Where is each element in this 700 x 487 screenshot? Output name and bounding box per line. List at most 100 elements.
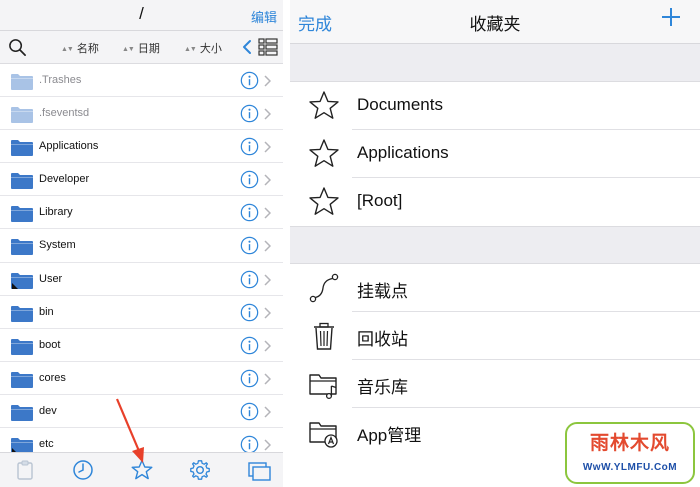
windows-icon[interactable] — [248, 459, 272, 481]
file-row[interactable]: boot — [0, 329, 283, 362]
chevron-right-icon[interactable] — [264, 108, 271, 120]
folder-icon — [11, 371, 33, 388]
favorites-header: 完成 收藏夹 — [290, 0, 700, 44]
star-outline-icon — [309, 139, 339, 167]
browser-header: / 编辑 — [0, 0, 283, 31]
favorite-item-applications[interactable]: Applications — [290, 130, 700, 178]
folder-icon — [11, 206, 33, 223]
watermark-title: 雨林木风 — [589, 433, 670, 454]
mount-point-icon — [309, 273, 339, 303]
file-name: boot — [39, 338, 61, 351]
file-name: System — [39, 239, 76, 252]
file-row[interactable]: Developer — [0, 163, 283, 197]
chevron-left-icon[interactable] — [241, 38, 253, 56]
chevron-right-icon[interactable] — [264, 174, 271, 186]
file-row[interactable]: .Trashes — [0, 64, 283, 98]
info-icon[interactable] — [240, 303, 259, 322]
file-row[interactable]: cores — [0, 362, 283, 395]
file-name: User — [39, 272, 63, 285]
file-name: Developer — [39, 173, 90, 186]
bottom-tab-bar — [0, 398, 283, 487]
info-icon[interactable] — [240, 203, 259, 222]
chevron-right-icon[interactable] — [264, 240, 271, 252]
info-icon[interactable] — [240, 236, 259, 255]
current-path-title: / — [139, 4, 144, 23]
favorite-label: Applications — [357, 143, 449, 162]
favorite-item-root[interactable]: [Root] — [290, 178, 700, 226]
section-separator — [290, 44, 700, 82]
place-label: 音乐库 — [357, 378, 408, 397]
folder-icon — [11, 338, 33, 355]
chevron-right-icon[interactable] — [264, 75, 271, 87]
chevron-right-icon[interactable] — [264, 274, 271, 286]
clock-icon[interactable] — [72, 459, 94, 481]
place-label: App管理 — [357, 426, 422, 445]
section-separator — [290, 226, 700, 264]
star-outline-icon — [309, 91, 339, 119]
info-icon[interactable] — [240, 71, 259, 90]
place-item-mount-point[interactable]: 挂载点 — [290, 264, 700, 312]
app-folder-icon — [309, 422, 338, 448]
star-outline-icon — [309, 187, 339, 215]
chevron-right-icon[interactable] — [264, 406, 271, 418]
sort-by-date[interactable]: ▲▼ 日期 — [122, 40, 160, 56]
favorite-item-documents[interactable]: Documents — [290, 82, 700, 130]
favorites-pane: 完成 收藏夹 Documents Applications [Root] 挂载点 — [290, 0, 700, 487]
trash-icon — [314, 322, 334, 350]
file-browser-pane: / 编辑 ▲▼ 名称 ▲▼ 日期 ▲▼ 大小 .Trashes .fseventsd Ap… — [0, 0, 283, 487]
file-name: cores — [39, 371, 66, 384]
place-item-music[interactable]: 音乐库 — [290, 360, 700, 408]
sort-arrows-icon: ▲▼ — [122, 46, 135, 53]
place-label: 回收站 — [357, 330, 408, 349]
watermark-url: WwW.YLMFU.CoM — [582, 462, 678, 473]
folder-icon — [11, 140, 33, 157]
sort-bar: ▲▼ 名称 ▲▼ 日期 ▲▼ 大小 — [0, 31, 283, 64]
chevron-right-icon[interactable] — [264, 373, 271, 385]
search-icon[interactable] — [8, 38, 27, 57]
clipboard-icon[interactable] — [14, 459, 36, 481]
place-item-trash[interactable]: 回收站 — [290, 312, 700, 360]
info-icon[interactable] — [240, 369, 259, 388]
chevron-right-icon[interactable] — [264, 207, 271, 219]
info-icon[interactable] — [240, 402, 259, 421]
info-icon[interactable] — [240, 104, 259, 123]
place-label: 挂载点 — [357, 282, 408, 301]
file-row[interactable]: .fseventsd — [0, 97, 283, 131]
pointer-arrow-annotation — [115, 398, 144, 463]
favorite-label: Documents — [357, 95, 443, 114]
sort-by-name[interactable]: ▲▼ 名称 — [61, 40, 99, 56]
file-name: .Trashes — [39, 74, 82, 86]
info-icon[interactable] — [240, 336, 259, 355]
chevron-right-icon[interactable] — [264, 141, 271, 153]
chevron-right-icon[interactable] — [264, 307, 271, 319]
chevron-right-icon[interactable] — [264, 439, 271, 451]
folder-icon — [11, 305, 33, 322]
sort-by-size[interactable]: ▲▼ 大小 — [184, 40, 222, 56]
file-row[interactable]: System — [0, 229, 283, 263]
info-icon[interactable] — [240, 170, 259, 189]
folder-icon — [11, 107, 33, 124]
gear-icon[interactable] — [189, 459, 211, 481]
folder-icon — [11, 272, 33, 289]
favorites-title: 收藏夹 — [469, 15, 521, 34]
music-folder-icon — [309, 374, 337, 400]
file-row[interactable]: Library — [0, 196, 283, 230]
folder-icon — [11, 173, 33, 190]
sort-arrows-icon: ▲▼ — [184, 46, 197, 53]
info-icon[interactable] — [240, 270, 259, 289]
file-row[interactable]: User — [0, 263, 283, 296]
chevron-right-icon[interactable] — [264, 340, 271, 352]
file-name: Library — [39, 206, 73, 219]
list-view-icon[interactable] — [258, 38, 278, 56]
favorite-label: [Root] — [357, 191, 403, 210]
file-row[interactable]: bin — [0, 296, 283, 329]
file-name: bin — [39, 305, 54, 318]
file-name: Applications — [39, 140, 99, 153]
info-icon[interactable] — [240, 137, 259, 156]
sort-arrows-icon: ▲▼ — [61, 46, 74, 53]
folder-icon — [11, 404, 33, 421]
edit-button[interactable]: 编辑 — [251, 7, 277, 26]
folder-icon — [11, 239, 33, 256]
file-row[interactable]: Applications — [0, 130, 283, 164]
add-icon[interactable] — [660, 6, 682, 28]
